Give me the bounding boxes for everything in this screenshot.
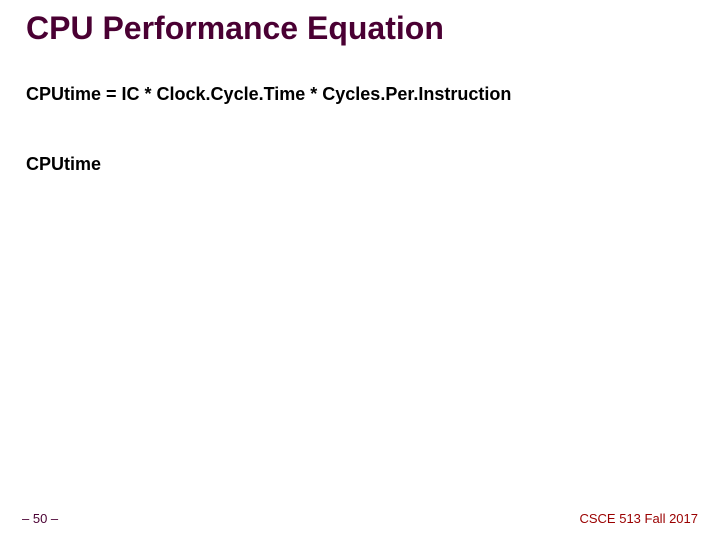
equation-text: CPUtime = IC * Clock.Cycle.Time * Cycles…	[26, 84, 511, 105]
slide-number: – 50 –	[22, 511, 58, 526]
slide: CPU Performance Equation CPUtime = IC * …	[0, 0, 720, 540]
course-footer: CSCE 513 Fall 2017	[579, 511, 698, 526]
subhead-text: CPUtime	[26, 154, 101, 175]
slide-title: CPU Performance Equation	[26, 10, 444, 47]
